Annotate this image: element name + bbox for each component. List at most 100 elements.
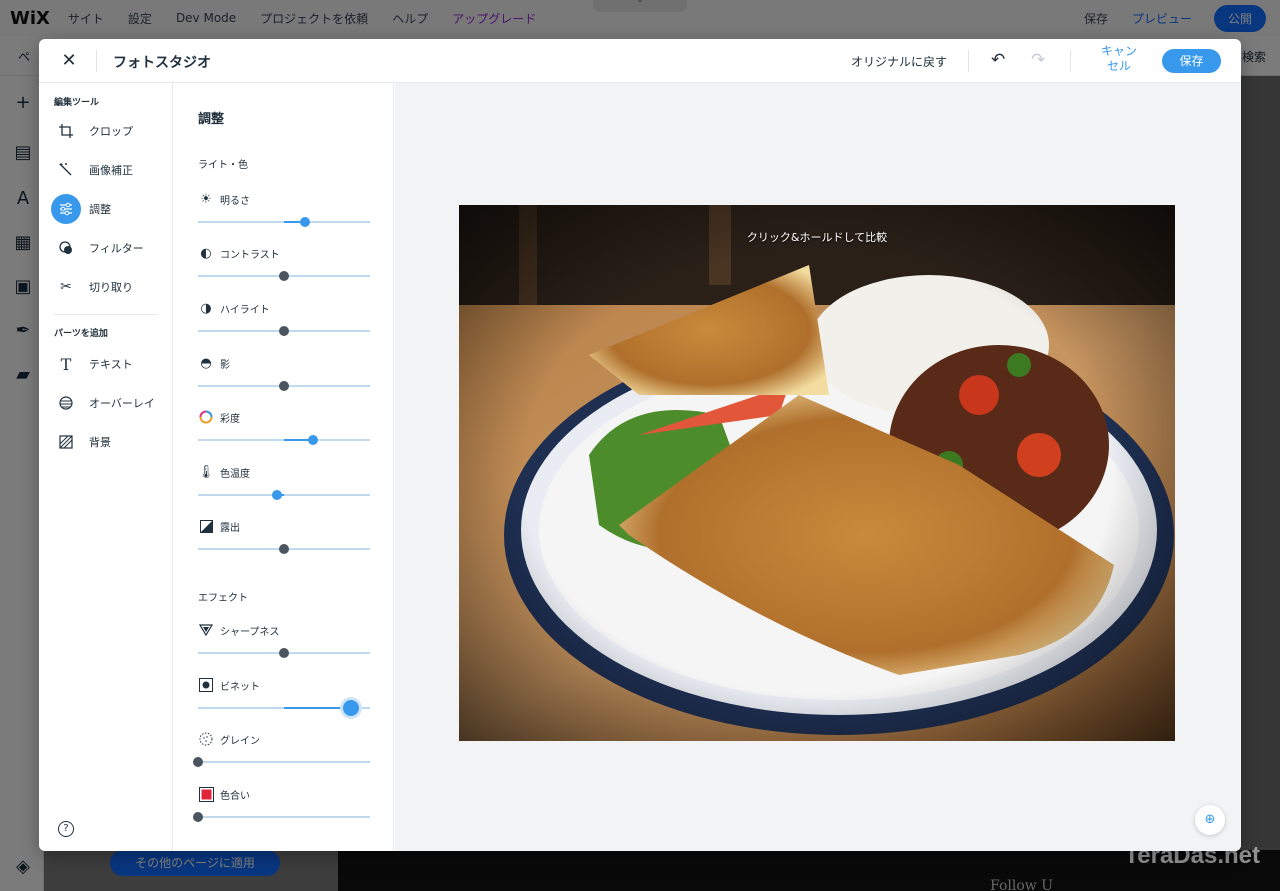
tool-enhance[interactable]: 画像補正 <box>51 155 171 185</box>
control-label: 色温度 <box>220 468 250 480</box>
undo-icon[interactable]: ↶ <box>991 50 1005 70</box>
adjust-panel: 調整 ライト・色 ☀ 明るさ ◐ コントラスト ◑ ハイライト ◓ 影 彩度 🌡 色温度 <box>174 83 394 851</box>
part-overlay[interactable]: オーバーレイ <box>51 388 171 418</box>
contrast-icon: ◐ <box>200 245 212 261</box>
temperature-control: 🌡 色温度 <box>198 464 370 504</box>
parts-section-title: パーツを追加 <box>54 329 108 339</box>
exposure-slider[interactable] <box>198 544 370 554</box>
background-icon <box>51 427 81 457</box>
brightness-control: ☀ 明るさ <box>198 191 370 231</box>
slider-thumb[interactable] <box>193 757 203 767</box>
redo-icon[interactable]: ↷ <box>1031 50 1045 70</box>
control-label: 露出 <box>220 522 240 534</box>
tint-slider[interactable] <box>193 812 370 822</box>
effects-title: エフェクト <box>198 593 248 604</box>
shadow-control: ◓ 影 <box>198 355 370 395</box>
control-label: シャープネス <box>220 626 280 638</box>
modal-header: ✕ フォトスタジオ オリジナルに戻す ↶ ↷ キャンセル 保存 <box>39 39 1241 83</box>
tool-crop[interactable]: クロップ <box>51 116 171 146</box>
control-label: 色合い <box>220 790 250 802</box>
temperature-icon: 🌡 <box>197 464 215 480</box>
saturation-slider[interactable] <box>198 435 370 445</box>
vignette-slider[interactable] <box>198 700 370 716</box>
tool-filter[interactable]: フィルター <box>51 233 171 263</box>
header-divider <box>1070 50 1071 72</box>
shadow-slider[interactable] <box>198 381 370 391</box>
highlight-control: ◑ ハイライト <box>198 300 370 340</box>
sharpness-slider[interactable] <box>198 648 370 658</box>
preview-area: クリック&ホールドして比較 ⊕ <box>395 83 1241 851</box>
filter-icon <box>51 233 81 263</box>
tint-control: 色合い <box>193 786 370 826</box>
tool-adjust[interactable]: 調整 <box>51 194 171 224</box>
vignette-icon <box>198 677 214 693</box>
exposure-control: 露出 <box>198 518 370 558</box>
header-divider <box>96 50 97 72</box>
saturation-icon <box>198 409 214 425</box>
slider-thumb[interactable] <box>279 381 289 391</box>
part-label: テキスト <box>89 358 133 371</box>
slider-thumb[interactable] <box>193 812 203 822</box>
slider-thumb[interactable] <box>279 326 289 336</box>
contrast-control: ◐ コントラスト <box>198 245 370 285</box>
close-icon[interactable]: ✕ <box>59 51 79 71</box>
photo-studio-modal: ✕ フォトスタジオ オリジナルに戻す ↶ ↷ キャンセル 保存 編集ツール クロ… <box>39 39 1241 851</box>
revert-original-button[interactable]: オリジナルに戻す <box>851 53 947 70</box>
sliders-icon <box>51 194 81 224</box>
part-text[interactable]: T テキスト <box>51 349 171 379</box>
vignette-control: ビネット <box>198 677 370 717</box>
tools-section-title: 編集ツール <box>54 98 100 108</box>
compare-hint: クリック&ホールドして比較 <box>746 231 888 244</box>
control-label: ハイライト <box>220 304 270 316</box>
control-label: 明るさ <box>220 195 250 207</box>
crop-icon <box>51 116 81 146</box>
shadow-icon: ◓ <box>200 355 212 371</box>
control-label: 影 <box>220 359 230 371</box>
slider-thumb[interactable] <box>308 435 319 445</box>
sharpness-icon <box>198 622 214 638</box>
tool-label: 画像補正 <box>89 164 133 177</box>
temperature-slider[interactable] <box>198 490 370 500</box>
slider-thumb[interactable] <box>279 544 289 554</box>
contrast-slider[interactable] <box>198 271 370 281</box>
grain-slider[interactable] <box>193 757 370 767</box>
tint-icon[interactable] <box>198 786 214 802</box>
tool-label: 切り取り <box>89 281 133 294</box>
slider-thumb[interactable] <box>299 217 310 227</box>
control-label: 彩度 <box>220 413 240 425</box>
adjust-title: 調整 <box>198 112 225 127</box>
slider-thumb[interactable] <box>343 700 360 716</box>
control-label: コントラスト <box>220 249 280 261</box>
food-photo[interactable]: クリック&ホールドして比較 <box>459 205 1175 741</box>
help-icon[interactable]: ? <box>58 821 74 837</box>
tool-label: 調整 <box>89 203 111 216</box>
zoom-icon[interactable]: ⊕ <box>1195 805 1225 835</box>
brightness-icon: ☀ <box>200 191 212 207</box>
part-label: オーバーレイ <box>89 397 155 410</box>
header-divider <box>968 50 969 72</box>
part-background[interactable]: 背景 <box>51 427 171 457</box>
exposure-icon <box>198 518 214 534</box>
part-label: 背景 <box>89 436 111 449</box>
tools-divider <box>54 314 158 315</box>
slider-thumb[interactable] <box>272 490 283 500</box>
tool-label: フィルター <box>89 242 144 255</box>
light-color-title: ライト・色 <box>198 160 248 171</box>
overlay-icon <box>51 388 81 418</box>
magic-wand-icon <box>51 155 81 185</box>
control-label: グレイン <box>220 735 260 747</box>
scissors-icon: ✂ <box>60 279 72 295</box>
slider-thumb[interactable] <box>279 648 289 658</box>
tool-label: クロップ <box>89 125 133 138</box>
highlight-slider[interactable] <box>198 326 370 336</box>
brightness-slider[interactable] <box>198 217 370 227</box>
cancel-button[interactable]: キャンセル <box>1100 44 1138 74</box>
saturation-control: 彩度 <box>198 409 370 449</box>
tool-cutout[interactable]: ✂ 切り取り <box>51 272 171 302</box>
grain-icon <box>198 731 214 747</box>
slider-thumb[interactable] <box>279 271 289 281</box>
control-label: ビネット <box>220 681 260 693</box>
highlight-icon: ◑ <box>200 300 212 316</box>
save-button[interactable]: 保存 <box>1162 49 1221 73</box>
sharpness-control: シャープネス <box>198 622 370 662</box>
